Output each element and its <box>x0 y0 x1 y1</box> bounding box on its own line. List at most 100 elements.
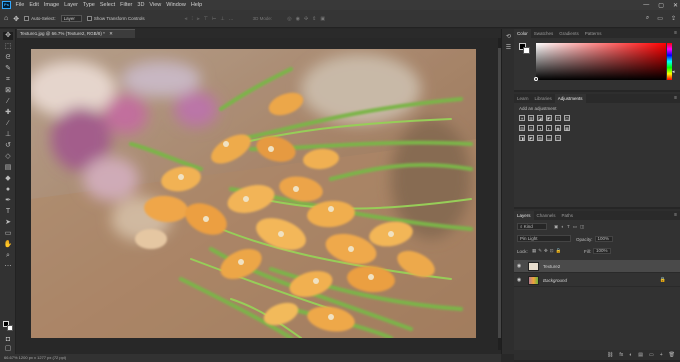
background-color-chip[interactable] <box>523 47 530 54</box>
curves-icon[interactable]: ◪ <box>537 115 543 121</box>
tab-patterns[interactable]: Patterns <box>582 29 605 38</box>
tab-color[interactable]: Color <box>514 29 531 38</box>
exposure-icon[interactable]: ◩ <box>546 115 552 121</box>
align-right-icon[interactable]: ⫸ <box>197 16 200 22</box>
lock-icons[interactable]: ▦✎✥⊡🔒 <box>532 248 563 254</box>
canvas-image[interactable] <box>31 49 476 338</box>
frame-tool-icon[interactable]: ⊠ <box>3 87 13 95</box>
quick-mask-icon[interactable]: ◘ <box>3 336 13 344</box>
workspace-icon[interactable]: ▭ <box>657 15 663 22</box>
panel-menu-icon[interactable]: ≡ <box>674 30 677 36</box>
marquee-tool-icon[interactable]: ⬚ <box>3 43 13 51</box>
properties-icon[interactable]: ☰ <box>504 44 513 52</box>
color-lookup-icon[interactable]: ▦ <box>564 125 570 131</box>
tab-learn[interactable]: Learn <box>514 94 532 103</box>
eye-icon[interactable]: ◉ <box>514 263 524 269</box>
search-icon[interactable]: ⌕ <box>646 15 649 22</box>
auto-select-dropdown[interactable]: Layer <box>60 15 82 22</box>
background-color-swatch[interactable] <box>7 325 13 331</box>
color-picker-field[interactable] <box>536 43 666 80</box>
menu-layer[interactable]: Layer <box>62 0 81 10</box>
roll-icon[interactable]: ◉ <box>296 16 300 22</box>
brightness-contrast-icon[interactable]: ☀ <box>519 115 525 121</box>
layer-mask-icon[interactable]: ▤ <box>638 352 643 358</box>
close-tab-icon[interactable]: ✕ <box>109 31 113 36</box>
layer-row[interactable]: ◉ Texture2 <box>514 260 680 273</box>
tab-adjustments[interactable]: Adjustments <box>554 94 586 103</box>
tab-layers[interactable]: Layers <box>514 211 534 220</box>
hue-saturation-icon[interactable]: ⊞ <box>519 125 525 131</box>
more-tools-icon[interactable]: ⋯ <box>3 263 13 271</box>
invert-icon[interactable]: ◨ <box>519 135 525 141</box>
new-group-icon[interactable]: ▭ <box>649 352 654 358</box>
align-center-icon[interactable]: ⫶ <box>192 16 193 22</box>
camera-icon[interactable]: ▣ <box>320 16 325 22</box>
trash-icon[interactable]: 🗑 <box>669 352 675 358</box>
move-tool-icon[interactable]: ✥ <box>3 32 13 40</box>
eraser-tool-icon[interactable]: ◇ <box>3 153 13 161</box>
path-selection-tool-icon[interactable]: ➤ <box>3 219 13 227</box>
more-options-icon[interactable]: … <box>229 16 234 22</box>
link-layers-icon[interactable]: ⛓ <box>607 352 613 358</box>
panel-menu-icon[interactable]: ≡ <box>674 95 677 101</box>
history-brush-tool-icon[interactable]: ↺ <box>3 142 13 150</box>
tab-swatches[interactable]: Swatches <box>531 29 557 38</box>
drag-icon[interactable]: ✣ <box>304 16 308 22</box>
tab-gradients[interactable]: Gradients <box>556 29 582 38</box>
channel-mixer-icon[interactable]: ◉ <box>555 125 561 131</box>
vibrance-icon[interactable]: ▽ <box>555 115 561 121</box>
align-middle-icon[interactable]: ⊢ <box>212 16 216 22</box>
layer-kind-filter[interactable]: ⌕ Kind <box>517 223 547 230</box>
auto-select-checkbox[interactable] <box>24 16 30 21</box>
hand-tool-icon[interactable]: ✋ <box>3 241 13 249</box>
align-top-icon[interactable]: ⊤ <box>204 16 208 22</box>
opacity-input[interactable]: 100% <box>594 236 613 242</box>
align-bottom-icon[interactable]: ⊥ <box>220 16 224 22</box>
brush-tool-icon[interactable]: ∕ <box>3 120 13 128</box>
color-balance-icon[interactable]: ⚖ <box>528 125 534 131</box>
gradient-map-icon[interactable]: ▭ <box>546 135 552 141</box>
crop-tool-icon[interactable]: ⌗ <box>3 76 13 84</box>
panel-menu-icon[interactable]: ≡ <box>674 212 677 218</box>
tab-libraries[interactable]: Libraries <box>532 94 555 103</box>
selective-color-icon[interactable]: ◫ <box>555 135 561 141</box>
home-icon[interactable]: ⌂ <box>4 15 8 22</box>
shape-tool-icon[interactable]: ▭ <box>3 230 13 238</box>
menu-file[interactable]: File <box>13 0 27 10</box>
slide-icon[interactable]: ⇕ <box>312 16 316 22</box>
orbit-icon[interactable]: ◎ <box>287 16 291 22</box>
hue-slider-marker[interactable]: ◂ <box>672 69 675 75</box>
black-white-icon[interactable]: ◑ <box>537 125 543 131</box>
levels-icon[interactable]: ▥ <box>528 115 534 121</box>
eye-icon[interactable]: ◉ <box>514 277 524 283</box>
posterize-icon[interactable]: ◩ <box>528 135 534 141</box>
menu-image[interactable]: Image <box>41 0 61 10</box>
stamp-tool-icon[interactable]: ⊥ <box>3 131 13 139</box>
dodge-tool-icon[interactable]: ● <box>3 186 13 194</box>
healing-brush-tool-icon[interactable]: ✚ <box>3 109 13 117</box>
color-picker-cursor[interactable] <box>534 77 538 81</box>
menu-help[interactable]: Help <box>188 0 204 10</box>
menu-filter[interactable]: Filter <box>118 0 135 10</box>
blur-tool-icon[interactable]: ◆ <box>3 175 13 183</box>
blend-mode-dropdown[interactable]: Pin Light <box>517 235 571 242</box>
fill-input[interactable]: 100% <box>593 248 611 254</box>
screen-mode-icon[interactable]: ▢ <box>3 345 13 353</box>
menu-edit[interactable]: Edit <box>27 0 41 10</box>
tab-paths[interactable]: Paths <box>559 211 577 220</box>
minimize-icon[interactable]: — <box>643 2 649 8</box>
zoom-tool-icon[interactable]: ⌕ <box>3 252 13 260</box>
pen-tool-icon[interactable]: ✒ <box>3 197 13 205</box>
menu-select[interactable]: Select <box>97 0 117 10</box>
share-icon[interactable]: ⇪ <box>671 15 676 22</box>
type-tool-icon[interactable]: T <box>3 208 13 216</box>
close-icon[interactable]: ✕ <box>673 2 678 9</box>
hsl-icon[interactable]: ⊡ <box>564 115 570 121</box>
menu-3d[interactable]: 3D <box>135 0 147 10</box>
history-icon[interactable]: ⟲ <box>504 33 513 41</box>
lasso-tool-icon[interactable]: ᘓ <box>3 54 13 62</box>
transform-controls-checkbox[interactable] <box>86 16 92 21</box>
move-tool-icon[interactable]: ✥ <box>13 15 19 23</box>
layer-row[interactable]: ◉ Background 🔒 <box>514 274 680 287</box>
menu-type[interactable]: Type <box>80 0 97 10</box>
